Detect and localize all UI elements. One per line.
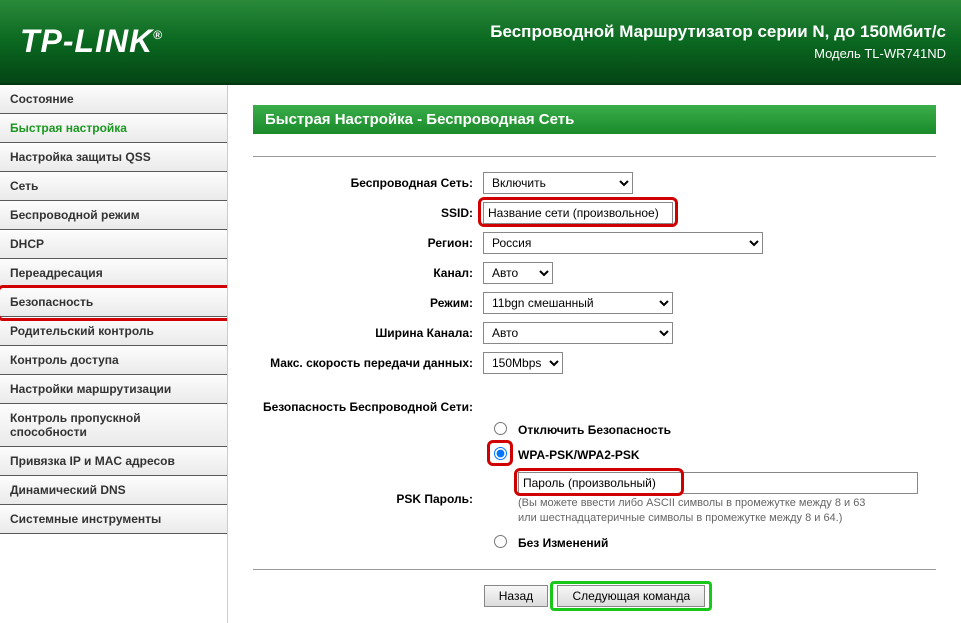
separator — [253, 156, 936, 157]
next-button[interactable]: Следующая команда — [557, 585, 705, 607]
label-disable-security: Отключить Безопасность — [518, 423, 936, 437]
label-psk-password: PSK Пароль: — [253, 492, 483, 506]
label-region: Регион: — [253, 236, 483, 250]
sidebar-item-security[interactable]: Безопасность — [0, 288, 227, 317]
label-wireless: Беспроводная Сеть: — [253, 176, 483, 190]
header-model: Модель TL-WR741ND — [490, 46, 946, 61]
sidebar-item-access[interactable]: Контроль доступа — [0, 346, 227, 375]
sidebar-item-wireless[interactable]: Беспроводной режим — [0, 201, 227, 230]
label-nochange: Без Изменений — [518, 536, 936, 550]
label-mode: Режим: — [253, 296, 483, 310]
page-title: Быстрая Настройка - Беспроводная Сеть — [253, 105, 936, 134]
sidebar-item-forwarding[interactable]: Переадресация — [0, 259, 227, 288]
logo: TP-LINK® — [20, 23, 163, 60]
radio-disable-security[interactable] — [494, 422, 507, 435]
sidebar-item-system[interactable]: Системные инструменты — [0, 505, 227, 534]
sidebar-item-ipmac[interactable]: Привязка IP и MAC адресов — [0, 447, 227, 476]
label-security: Безопасность Беспроводной Сети: — [253, 400, 483, 414]
sidebar-item-qss[interactable]: Настройка защиты QSS — [0, 143, 227, 172]
button-row: Назад Следующая команда — [253, 585, 936, 607]
select-channel[interactable]: Авто — [483, 262, 553, 284]
sidebar-item-quicksetup[interactable]: Быстрая настройка — [0, 114, 227, 143]
sidebar-item-routing[interactable]: Настройки маршрутизации — [0, 375, 227, 404]
sidebar-item-parental[interactable]: Родительский контроль — [0, 317, 227, 346]
select-maxrate[interactable]: 150Mbps — [483, 352, 563, 374]
sidebar-item-ddns[interactable]: Динамический DNS — [0, 476, 227, 505]
label-ssid: SSID: — [253, 206, 483, 220]
psk-hint: (Вы можете ввести либо ASCII символы в п… — [518, 496, 936, 527]
radio-nochange[interactable] — [494, 535, 507, 548]
select-mode[interactable]: 11bgn смешанный — [483, 292, 673, 314]
radio-wpa-psk[interactable] — [494, 447, 507, 460]
select-width[interactable]: Авто — [483, 322, 673, 344]
back-button[interactable]: Назад — [484, 585, 548, 607]
label-channel: Канал: — [253, 266, 483, 280]
input-ssid[interactable] — [483, 202, 673, 224]
sidebar-item-dhcp[interactable]: DHCP — [0, 230, 227, 259]
select-region[interactable]: Россия — [483, 232, 763, 254]
sidebar-item-network[interactable]: Сеть — [0, 172, 227, 201]
select-wireless[interactable]: Включить — [483, 172, 633, 194]
input-psk-password[interactable] — [518, 472, 918, 494]
header-title: Беспроводной Маршрутизатор серии N, до 1… — [490, 22, 946, 42]
header-right: Беспроводной Маршрутизатор серии N, до 1… — [490, 22, 946, 61]
label-wpa-psk: WPA-PSK/WPA2-PSK — [518, 448, 936, 462]
main-content: Быстрая Настройка - Беспроводная Сеть Бе… — [228, 85, 961, 623]
label-width: Ширина Канала: — [253, 326, 483, 340]
sidebar-item-bandwidth[interactable]: Контроль пропускной способности — [0, 404, 227, 447]
sidebar: Состояние Быстрая настройка Настройка за… — [0, 85, 228, 623]
header: TP-LINK® Беспроводной Маршрутизатор сери… — [0, 0, 961, 85]
sidebar-item-status[interactable]: Состояние — [0, 85, 227, 114]
label-maxrate: Макс. скорость передачи данных: — [253, 356, 483, 370]
separator-bottom — [253, 569, 936, 570]
